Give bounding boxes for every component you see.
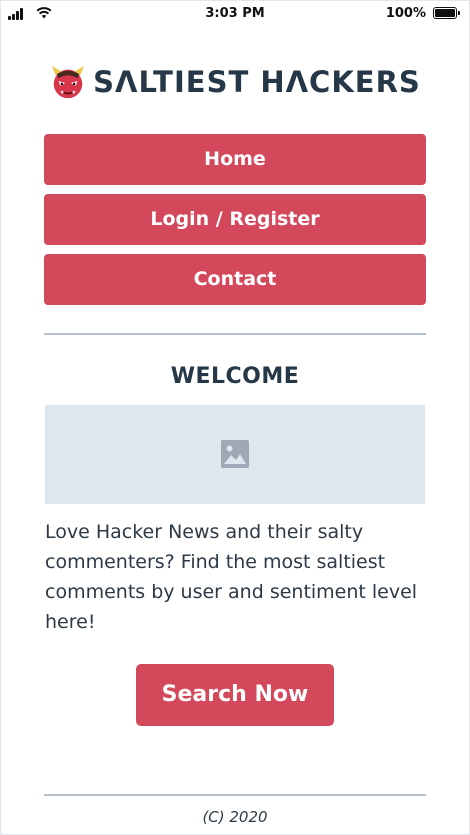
site-header: SΛLTIEST HΛCKERS bbox=[0, 60, 470, 104]
welcome-heading: WELCOME bbox=[170, 364, 300, 389]
battery-percentage: 100% bbox=[385, 6, 426, 21]
welcome-description: Love Hacker News and their salty comment… bbox=[45, 521, 418, 633]
section-divider bbox=[44, 333, 426, 335]
nav-contact-button[interactable]: Contact bbox=[44, 254, 426, 305]
site-title: SΛLTIEST HΛCKERS bbox=[93, 65, 421, 99]
battery-icon bbox=[433, 7, 460, 19]
copyright-text: (C) 2020 bbox=[202, 808, 268, 826]
main-nav: Home Login / Register Contact bbox=[44, 134, 426, 314]
nav-home-button[interactable]: Home bbox=[44, 134, 426, 185]
image-placeholder bbox=[45, 405, 425, 504]
image-placeholder-icon bbox=[221, 440, 249, 468]
footer-divider bbox=[44, 794, 426, 796]
oni-demon-mask-icon bbox=[52, 65, 85, 99]
search-now-button[interactable]: Search Now bbox=[136, 664, 334, 726]
status-bar: 3:03 PM 100% bbox=[0, 0, 470, 28]
nav-login-register-button[interactable]: Login / Register bbox=[44, 194, 426, 245]
